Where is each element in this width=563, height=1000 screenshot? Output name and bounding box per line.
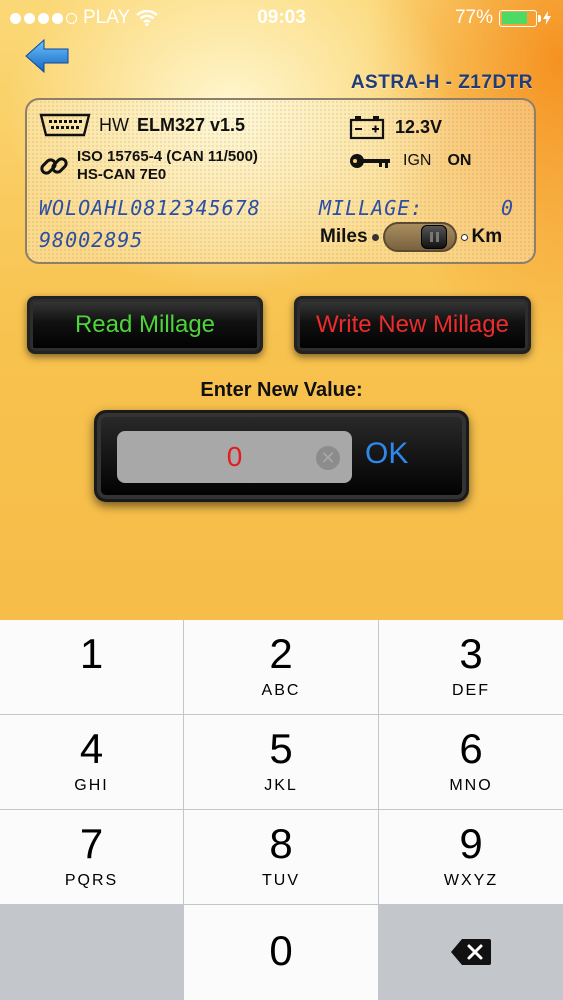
key-5[interactable]: 5 JKL bbox=[184, 715, 378, 809]
key-4[interactable]: 4 GHI bbox=[0, 715, 183, 809]
units-toggle-switch[interactable] bbox=[382, 222, 457, 252]
millage-value: 0 bbox=[500, 196, 514, 220]
protocol-row: ISO 15765-4 (CAN 11/500) HS-CAN 7E0 bbox=[39, 148, 258, 184]
hw-row: HW ELM327 v1.5 bbox=[39, 112, 245, 138]
status-bar: PLAY 09:03 77% bbox=[0, 0, 563, 36]
numeric-keypad: 1 2 ABC 3 DEF 4 GHI 5 JKL 6 MNO 7 PQRS 8 TUV 9W… bbox=[0, 620, 563, 1000]
value-entry-box: 0 ✕ OK bbox=[94, 410, 469, 502]
info-panel: HW ELM327 v1.5 12.3V ISO 15765-4 (CAN 11… bbox=[25, 98, 536, 264]
link-chain-icon bbox=[40, 157, 68, 175]
millage-label: MILLAGE: bbox=[319, 196, 424, 220]
new-value-input[interactable]: 0 ✕ bbox=[117, 431, 352, 483]
charging-bolt-icon bbox=[543, 11, 551, 25]
miles-indicator-dot bbox=[371, 233, 379, 241]
car-battery-icon bbox=[349, 116, 385, 140]
delete-key[interactable] bbox=[379, 905, 563, 1000]
voltage-row: 12.3V bbox=[349, 114, 442, 140]
key-blank bbox=[0, 905, 183, 1000]
unit-selector: Miles Km bbox=[320, 222, 502, 252]
serial-number: 98002895 bbox=[39, 228, 144, 252]
key-2[interactable]: 2 ABC bbox=[184, 620, 378, 714]
key-1[interactable]: 1 bbox=[0, 620, 183, 714]
ok-button[interactable]: OK bbox=[365, 437, 408, 471]
unit-km-label: Km bbox=[471, 226, 503, 247]
protocol-line2: HS-CAN 7E0 bbox=[77, 166, 167, 183]
back-button[interactable] bbox=[22, 36, 72, 76]
key-6[interactable]: 6 MNO bbox=[379, 715, 563, 809]
ign-label: IGN bbox=[403, 152, 432, 169]
battery-percent: 77% bbox=[454, 7, 493, 28]
back-arrow-icon bbox=[25, 38, 69, 74]
write-new-millage-button[interactable]: Write New Millage bbox=[294, 296, 531, 354]
vin-value: WOLOAHL0812345678 bbox=[39, 196, 261, 220]
key-9[interactable]: 9 WXYZ bbox=[379, 810, 563, 904]
unit-miles-label: Miles bbox=[320, 226, 368, 247]
clear-input-icon[interactable]: ✕ bbox=[316, 446, 340, 470]
enter-value-label: Enter New Value: bbox=[200, 379, 363, 401]
key-8[interactable]: 8 TUV bbox=[184, 810, 378, 904]
obd-connector-icon bbox=[39, 113, 91, 137]
toggle-knob bbox=[420, 225, 447, 249]
ign-value: ON bbox=[447, 152, 472, 169]
voltage-value: 12.3V bbox=[395, 116, 443, 137]
ignition-row: IGN ON bbox=[349, 152, 471, 170]
vehicle-model: ASTRA-H - Z17DTR bbox=[350, 72, 533, 93]
backspace-icon bbox=[451, 939, 491, 965]
protocol-line1: ISO 15765-4 (CAN 11/500) bbox=[77, 148, 258, 165]
hw-value: ELM327 v1.5 bbox=[137, 114, 246, 135]
key-icon bbox=[350, 154, 390, 168]
key-7[interactable]: 7 PQRS bbox=[0, 810, 183, 904]
key-0[interactable]: 0 bbox=[184, 905, 378, 1000]
battery-icon bbox=[499, 9, 541, 27]
km-indicator-dot bbox=[460, 233, 468, 241]
new-value-text: 0 bbox=[226, 441, 243, 472]
hw-label: HW bbox=[99, 114, 129, 135]
key-3[interactable]: 3 DEF bbox=[379, 620, 563, 714]
read-millage-button[interactable]: Read Millage bbox=[27, 296, 263, 354]
